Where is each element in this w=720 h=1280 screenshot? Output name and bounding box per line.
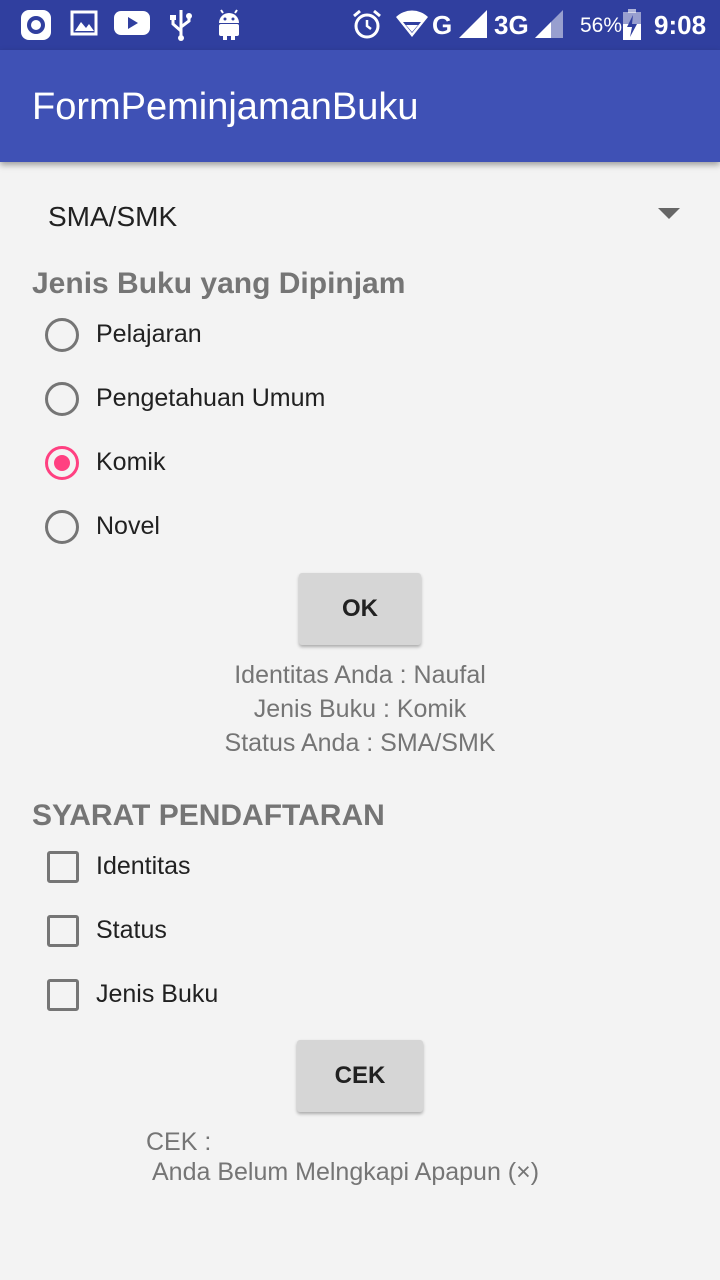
checkbox-jenis-buku[interactable]: Jenis Buku <box>40 970 460 1026</box>
checkbox-label: Jenis Buku <box>96 980 219 1008</box>
radio-button-selected[interactable] <box>45 446 79 480</box>
app-title: FormPeminjamanBuku <box>32 86 419 128</box>
radio-option-pelajaran[interactable]: Pelajaran <box>40 310 460 366</box>
cek-result-message: Anda Belum Melngkapi Apapun (×) <box>152 1158 540 1186</box>
status-spinner[interactable]: SMA/SMK <box>32 190 692 242</box>
radio-button[interactable] <box>45 510 79 544</box>
alarm-icon <box>352 9 382 41</box>
status-bar: G 3G 56% 9:08 <box>0 0 720 50</box>
checkbox-status[interactable]: Status <box>40 906 460 962</box>
camera-app-icon <box>20 9 52 41</box>
wifi-icon <box>395 9 429 39</box>
ok-button[interactable]: OK <box>299 573 421 645</box>
cek-button[interactable]: CEK <box>297 1040 423 1112</box>
radio-button[interactable] <box>45 382 79 416</box>
radio-label: Pelajaran <box>96 320 202 348</box>
app-bar: FormPeminjamanBuku <box>0 50 720 162</box>
requirements-title: SYARAT PENDAFTARAN <box>32 799 385 832</box>
checkbox-label: Identitas <box>96 852 191 880</box>
signal-icon <box>534 9 564 39</box>
radio-option-novel[interactable]: Novel <box>40 502 460 558</box>
radio-option-pengetahuan-umum[interactable]: Pengetahuan Umum <box>40 374 460 430</box>
usb-icon <box>168 9 194 41</box>
dropdown-arrow-icon <box>658 208 680 219</box>
radio-option-komik[interactable]: Komik <box>40 438 460 494</box>
network-3g-label: 3G <box>494 10 529 40</box>
checkbox-label: Status <box>96 916 167 944</box>
battery-icon <box>622 9 642 41</box>
image-icon <box>70 9 98 37</box>
spinner-selected-value: SMA/SMK <box>48 201 178 232</box>
checkbox[interactable] <box>47 979 79 1011</box>
radio-label: Novel <box>96 512 160 540</box>
checkbox-identitas[interactable]: Identitas <box>40 842 460 898</box>
youtube-icon <box>114 9 150 37</box>
android-icon <box>214 9 244 41</box>
result-book-type: Jenis Buku : Komik <box>253 695 467 723</box>
checkbox[interactable] <box>47 851 79 883</box>
battery-percent: 56% <box>580 14 623 37</box>
radio-button[interactable] <box>45 318 79 352</box>
result-status: Status Anda : SMA/SMK <box>224 729 496 757</box>
book-type-title: Jenis Buku yang Dipinjam <box>32 267 406 300</box>
form-content[interactable]: SMA/SMK Jenis Buku yang Dipinjam Pelajar… <box>0 162 720 1280</box>
network-g-label: G <box>432 10 453 40</box>
checkbox[interactable] <box>47 915 79 947</box>
radio-label: Komik <box>96 448 166 476</box>
result-identity: Identitas Anda : Naufal <box>234 661 486 689</box>
cek-result-heading: CEK : <box>146 1128 212 1156</box>
clock: 9:08 <box>654 10 707 40</box>
radio-label: Pengetahuan Umum <box>96 384 326 412</box>
signal-icon <box>458 9 488 39</box>
